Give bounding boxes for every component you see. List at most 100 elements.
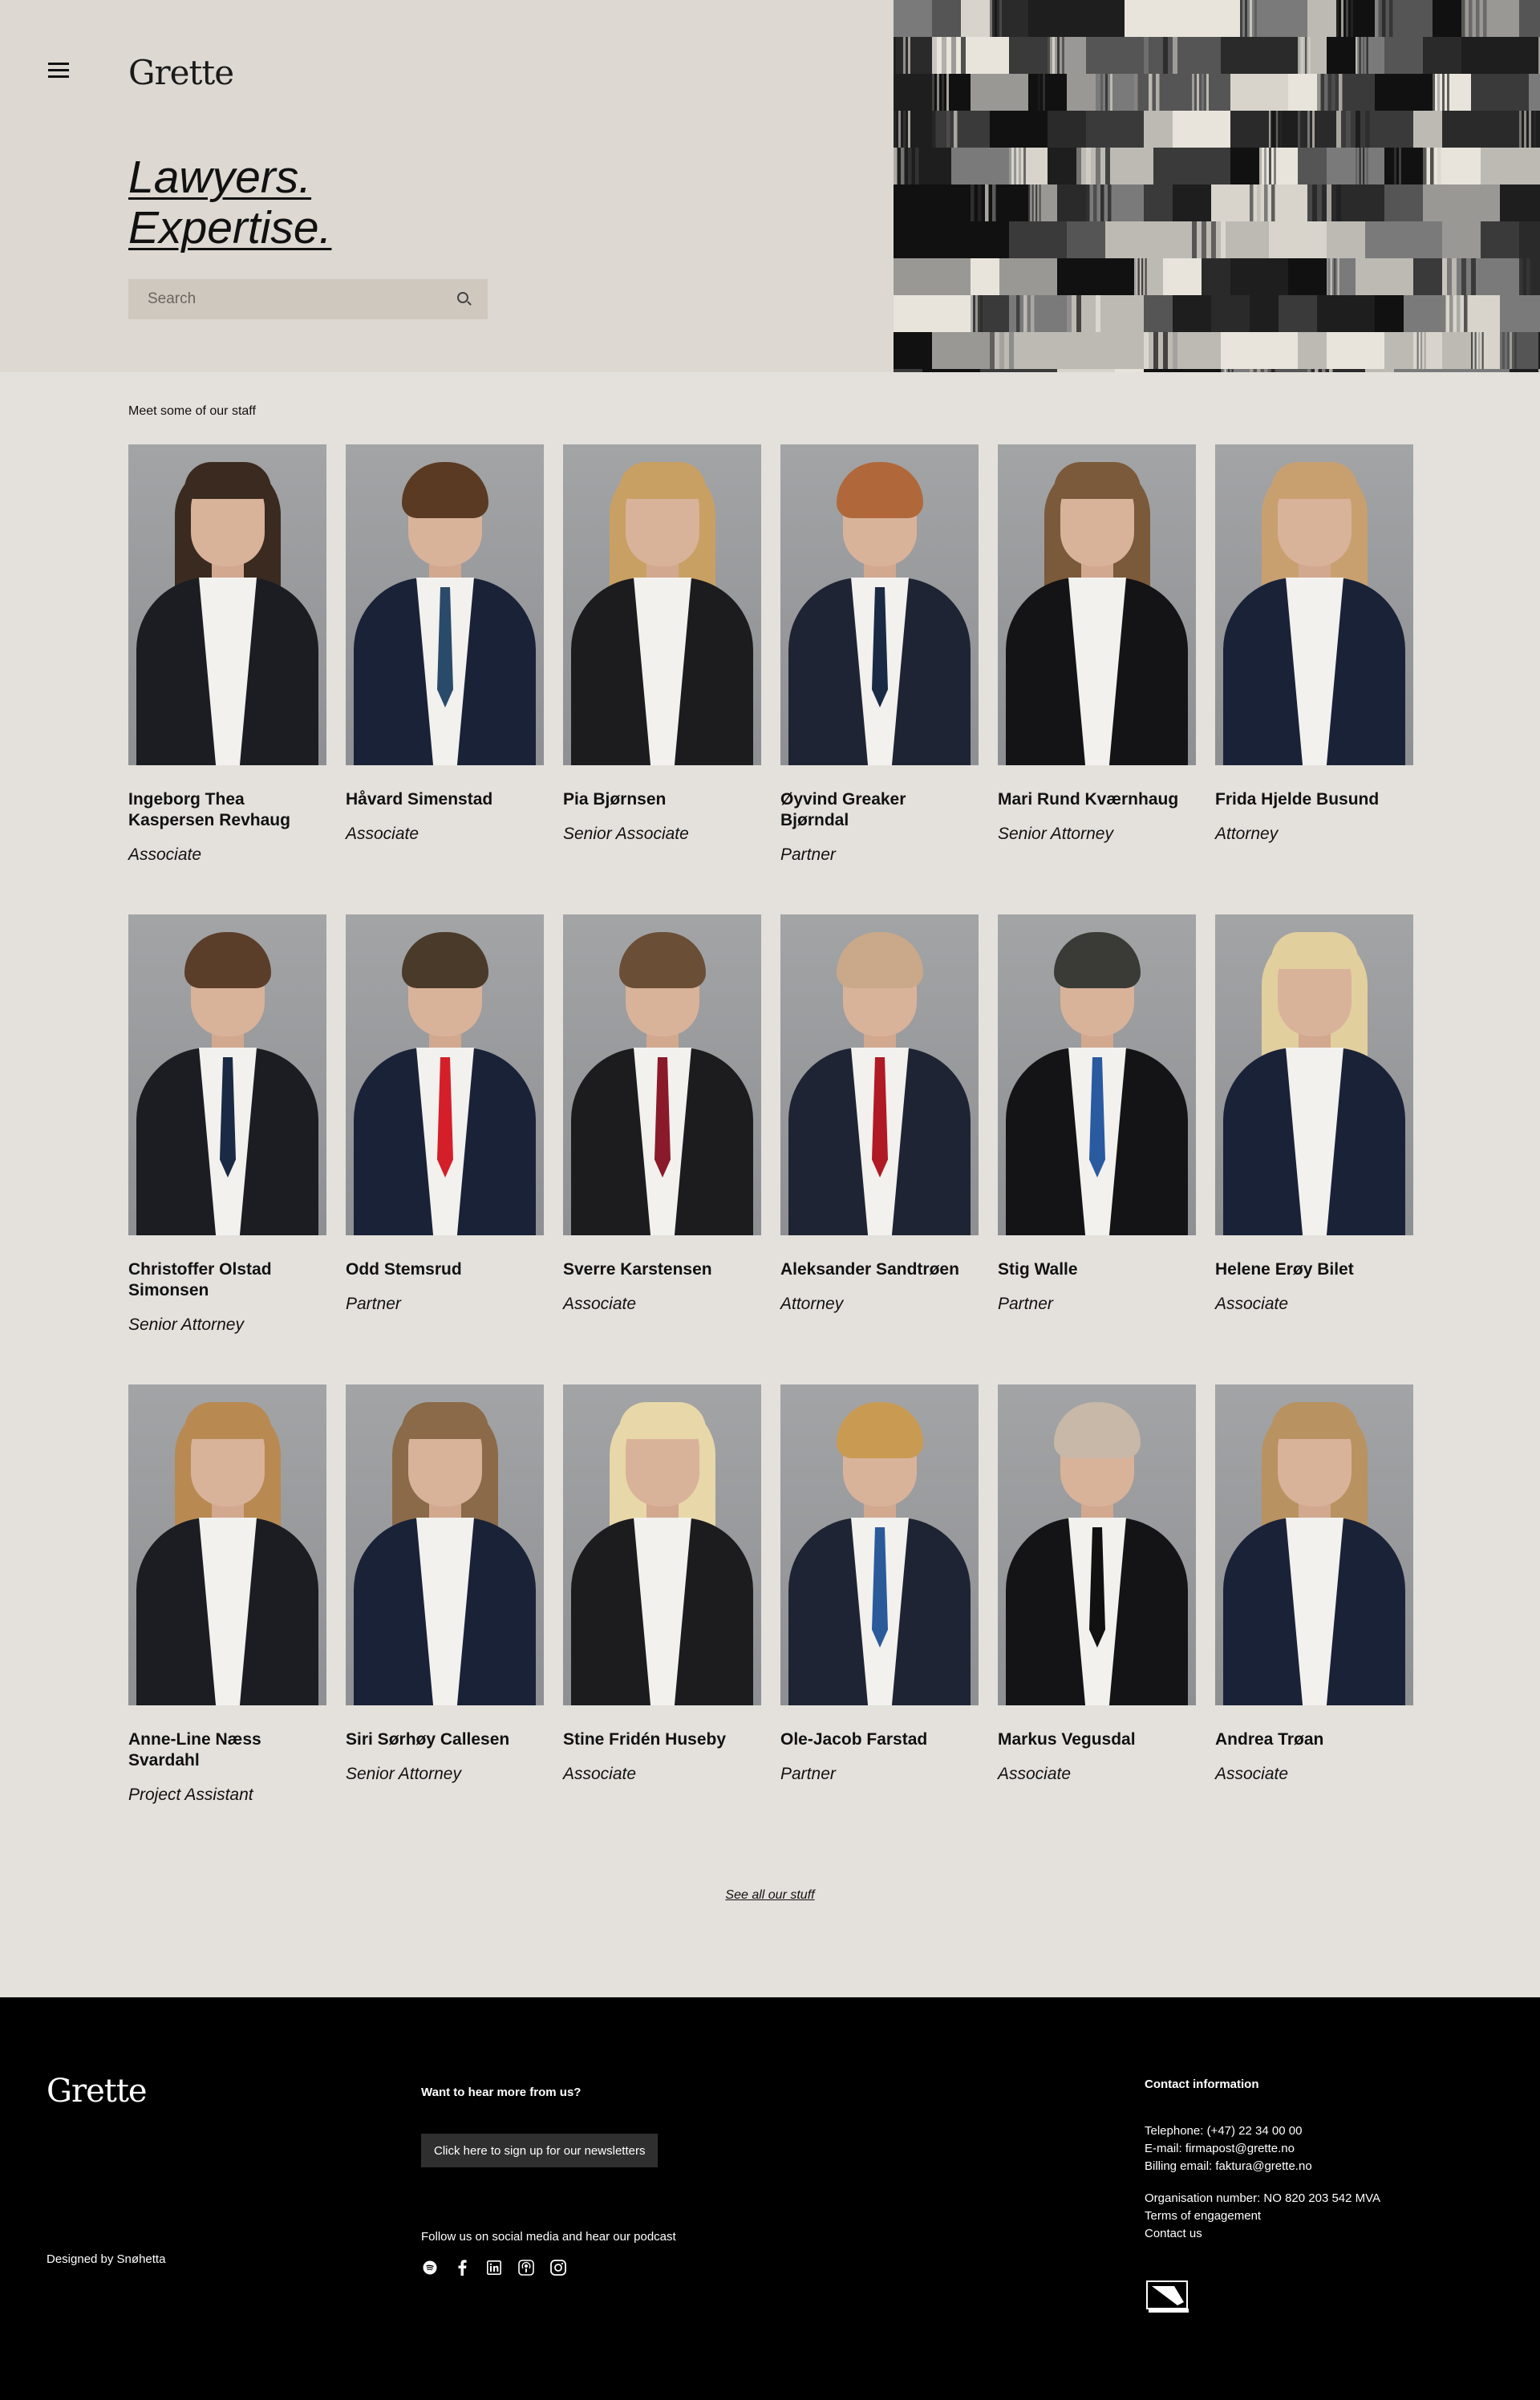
staff-card[interactable]: Stine Fridén Huseby Associate bbox=[563, 1384, 761, 1784]
staff-role: Partner bbox=[346, 1295, 401, 1313]
search-bar bbox=[128, 279, 488, 319]
staff-role: Attorney bbox=[780, 1295, 844, 1313]
logo[interactable]: Grette bbox=[128, 53, 234, 92]
staff-card[interactable]: Anne-Line Næss Svardahl Project Assistant bbox=[128, 1384, 326, 1805]
staff-photo[interactable] bbox=[998, 914, 1196, 1235]
staff-photo[interactable] bbox=[128, 1384, 326, 1705]
staff-role: Partner bbox=[780, 1765, 836, 1783]
staff-card[interactable]: Øyvind Greaker Bjørndal Partner bbox=[780, 444, 979, 865]
staff-role: Associate bbox=[1215, 1765, 1289, 1783]
staff-card[interactable]: Christoffer Olstad Simonsen Senior Attorn… bbox=[128, 914, 326, 1335]
staff-name[interactable]: Anne-Line Næss Svardahl bbox=[128, 1729, 326, 1771]
staff-role: Partner bbox=[780, 845, 836, 864]
staff-role: Senior Attorney bbox=[128, 1316, 244, 1334]
staff-name[interactable]: Ingeborg Thea Kaspersen Revhaug bbox=[128, 789, 326, 831]
staff-card[interactable]: Markus Vegusdal Associate bbox=[998, 1384, 1196, 1784]
staff-name[interactable]: Ole-Jacob Farstad bbox=[780, 1729, 979, 1750]
staff-role: Associate bbox=[346, 825, 419, 843]
staff-photo[interactable] bbox=[780, 1384, 979, 1705]
tagline-line-1: Lawyers. bbox=[128, 152, 312, 203]
staff-card[interactable]: Stig Walle Partner bbox=[998, 914, 1196, 1314]
staff-role: Associate bbox=[563, 1295, 637, 1313]
telephone[interactable]: Telephone: (+47) 22 34 00 00 bbox=[1145, 2122, 1312, 2140]
instagram-icon[interactable] bbox=[549, 2259, 567, 2276]
staff-photo[interactable] bbox=[998, 1384, 1196, 1705]
staff-photo[interactable] bbox=[563, 914, 761, 1235]
staff-name[interactable]: Christoffer Olstad Simonsen bbox=[128, 1259, 326, 1301]
search-input[interactable] bbox=[148, 290, 457, 308]
staff-role: Associate bbox=[998, 1765, 1072, 1783]
staff-name[interactable]: Siri Sørhøy Callesen bbox=[346, 1729, 544, 1750]
search-icon[interactable] bbox=[457, 292, 472, 306]
staff-heading: Meet some of our staff bbox=[128, 404, 256, 418]
staff-card[interactable]: Pia Bjørnsen Senior Associate bbox=[563, 444, 761, 844]
staff-card[interactable]: Andrea Trøan Associate bbox=[1215, 1384, 1413, 1784]
hero-pattern-image bbox=[894, 0, 1540, 372]
facebook-icon[interactable] bbox=[453, 2259, 471, 2276]
staff-card[interactable]: Siri Sørhøy Callesen Senior Attorney bbox=[346, 1384, 544, 1784]
staff-photo[interactable] bbox=[128, 444, 326, 765]
contact-heading: Contact information bbox=[1145, 2078, 1259, 2091]
staff-photo[interactable] bbox=[346, 1384, 544, 1705]
staff-card[interactable]: Ole-Jacob Farstad Partner bbox=[780, 1384, 979, 1784]
billing-email[interactable]: Billing email: faktura@grette.no bbox=[1145, 2158, 1312, 2175]
staff-photo[interactable] bbox=[780, 914, 979, 1235]
staff-role: Associate bbox=[563, 1765, 637, 1783]
staff-card[interactable]: Odd Stemsrud Partner bbox=[346, 914, 544, 1314]
staff-card[interactable]: Frida Hjelde Busund Attorney bbox=[1215, 444, 1413, 844]
newsletter-heading: Want to hear more from us? bbox=[421, 2086, 582, 2099]
social-links bbox=[421, 2259, 567, 2276]
staff-name[interactable]: Sverre Karstensen bbox=[563, 1259, 761, 1280]
org-number: Organisation number: NO 820 203 542 MVA bbox=[1145, 2191, 1381, 2205]
follow-text: Follow us on social media and hear our p… bbox=[421, 2230, 676, 2244]
staff-name[interactable]: Markus Vegusdal bbox=[998, 1729, 1196, 1750]
staff-card[interactable]: Aleksander Sandtrøen Attorney bbox=[780, 914, 979, 1314]
staff-role: Senior Attorney bbox=[346, 1765, 461, 1783]
email[interactable]: E-mail: firmapost@grette.no bbox=[1145, 2140, 1312, 2158]
staff-name[interactable]: Odd Stemsrud bbox=[346, 1259, 544, 1280]
staff-name[interactable]: Stig Walle bbox=[998, 1259, 1196, 1280]
staff-name[interactable]: Øyvind Greaker Bjørndal bbox=[780, 789, 979, 831]
certification-badge-icon bbox=[1145, 2278, 1192, 2315]
staff-photo[interactable] bbox=[998, 444, 1196, 765]
staff-name[interactable]: Frida Hjelde Busund bbox=[1215, 789, 1413, 810]
staff-name[interactable]: Helene Erøy Bilet bbox=[1215, 1259, 1413, 1280]
staff-card[interactable]: Sverre Karstensen Associate bbox=[563, 914, 761, 1314]
designed-by[interactable]: Designed by Snøhetta bbox=[47, 2252, 165, 2266]
tagline-line-2: Expertise. bbox=[128, 202, 332, 253]
staff-role: Senior Associate bbox=[563, 825, 689, 843]
staff-photo[interactable] bbox=[563, 1384, 761, 1705]
podcast-icon[interactable] bbox=[517, 2259, 535, 2276]
staff-card[interactable]: Mari Rund Kværnhaug Senior Attorney bbox=[998, 444, 1196, 844]
menu-icon[interactable] bbox=[48, 63, 69, 80]
staff-role: Senior Attorney bbox=[998, 825, 1113, 843]
staff-name[interactable]: Stine Fridén Huseby bbox=[563, 1729, 761, 1750]
staff-card[interactable]: Håvard Simenstad Associate bbox=[346, 444, 544, 844]
linkedin-icon[interactable] bbox=[485, 2259, 503, 2276]
staff-name[interactable]: Pia Bjørnsen bbox=[563, 789, 761, 810]
staff-name[interactable]: Andrea Trøan bbox=[1215, 1729, 1413, 1750]
staff-name[interactable]: Mari Rund Kværnhaug bbox=[998, 789, 1196, 810]
staff-photo[interactable] bbox=[780, 444, 979, 765]
staff-name[interactable]: Aleksander Sandtrøen bbox=[780, 1259, 979, 1280]
staff-role: Project Assistant bbox=[128, 1786, 253, 1804]
staff-photo[interactable] bbox=[346, 914, 544, 1235]
staff-photo[interactable] bbox=[346, 444, 544, 765]
staff-photo[interactable] bbox=[128, 914, 326, 1235]
footer: Grette Designed by Snøhetta Want to hear… bbox=[0, 1997, 1540, 2400]
staff-card[interactable]: Helene Erøy Bilet Associate bbox=[1215, 914, 1413, 1314]
staff-photo[interactable] bbox=[1215, 444, 1413, 765]
contact-details: Telephone: (+47) 22 34 00 00 E-mail: fir… bbox=[1145, 2122, 1312, 2175]
spotify-icon[interactable] bbox=[421, 2259, 439, 2276]
staff-photo[interactable] bbox=[1215, 914, 1413, 1235]
staff-card[interactable]: Ingeborg Thea Kaspersen Revhaug Associate bbox=[128, 444, 326, 865]
contact-us-link[interactable]: Contact us bbox=[1145, 2225, 1380, 2243]
newsletter-signup-button[interactable]: Click here to sign up for our newsletter… bbox=[421, 2134, 659, 2167]
staff-photo[interactable] bbox=[563, 444, 761, 765]
see-all-link[interactable]: See all our stuff bbox=[725, 1888, 814, 1902]
footer-logo[interactable]: Grette bbox=[47, 2073, 148, 2110]
staff-photo[interactable] bbox=[1215, 1384, 1413, 1705]
staff-name[interactable]: Håvard Simenstad bbox=[346, 789, 544, 810]
hero-tagline: Lawyers. Expertise. bbox=[128, 152, 331, 253]
terms-link[interactable]: Terms of engagement bbox=[1145, 2207, 1380, 2225]
